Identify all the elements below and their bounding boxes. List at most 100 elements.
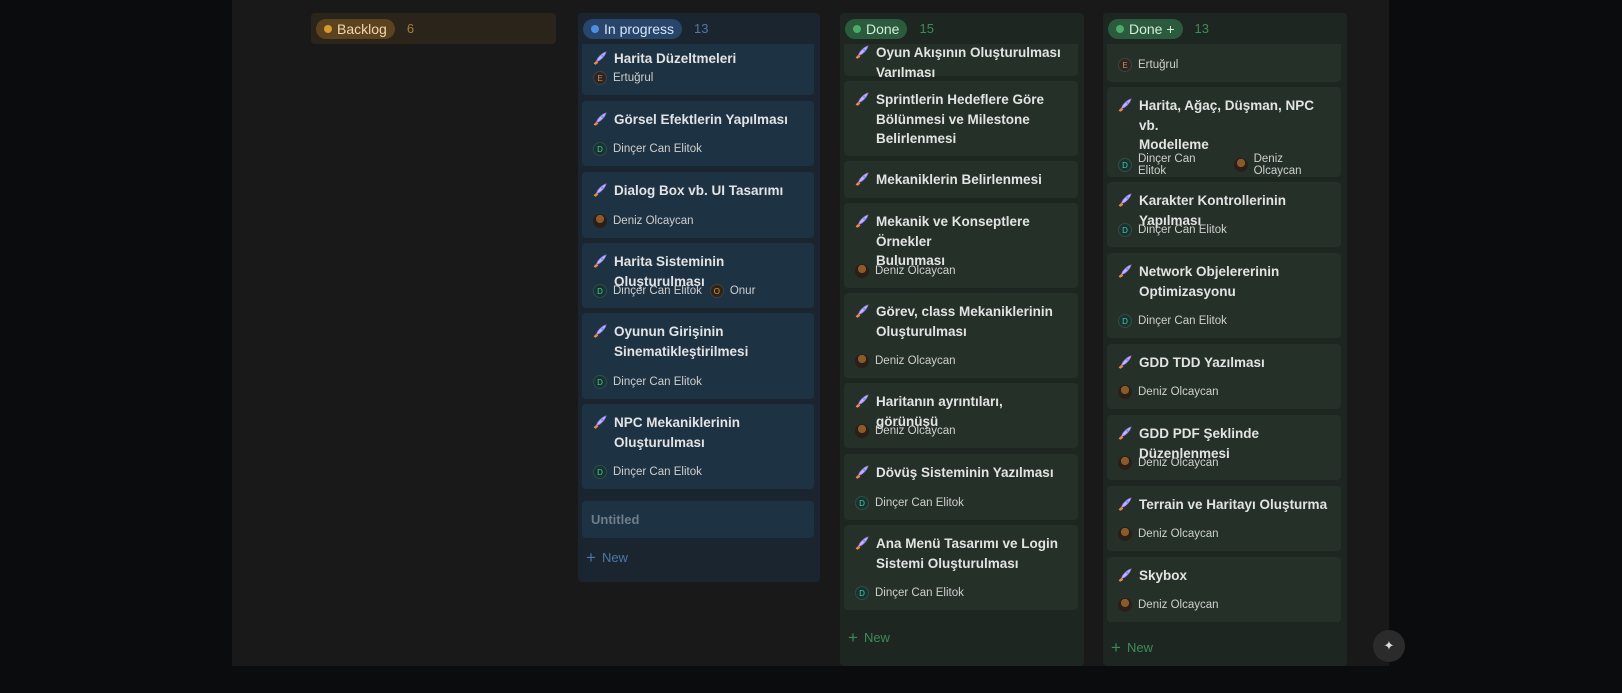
- assignee[interactable]: D Dinçer Can Elitok: [1118, 314, 1227, 328]
- column-header[interactable]: In progress 13: [578, 13, 820, 44]
- assignee[interactable]: E Ertuğrul: [1118, 58, 1178, 72]
- task-card[interactable]: Görev, class Mekaniklerinin Oluşturulması…: [844, 293, 1078, 378]
- assignee[interactable]: D Dinçer Can Elitok: [1118, 153, 1226, 177]
- card-title-row: Ana Menü Tasarımı ve Login Sistemi Oluştu…: [855, 534, 1068, 573]
- assignee[interactable]: Deniz Olcaycan: [1118, 385, 1219, 399]
- assignee[interactable]: D Dinçer Can Elitok: [593, 142, 702, 156]
- assignee[interactable]: D Dinçer Can Elitok: [593, 375, 702, 389]
- task-card[interactable]: Network Objelererinin Optimizasyonu D Dinçe…: [1107, 253, 1341, 338]
- card-title: Dialog Box vb. UI Tasarımı: [614, 181, 783, 201]
- task-card[interactable]: Harita, Ağaç, Düşman, NPC vb. Modelleme D D…: [1107, 87, 1341, 177]
- column-backlog: Backlog 6: [311, 13, 556, 44]
- assignee[interactable]: O Onur: [709, 284, 755, 298]
- card-title-line: Network Objelererinin: [1139, 264, 1280, 279]
- task-card[interactable]: Ana Menü Tasarımı ve Login Sistemi Oluştu…: [844, 525, 1078, 610]
- sparkle-icon: ✦: [1383, 638, 1395, 653]
- assignees: D Dinçer Can Elitok: [855, 586, 972, 600]
- column-title: Backlog: [337, 20, 387, 37]
- card-title: Skybox: [1139, 566, 1187, 586]
- avatar: D: [1118, 223, 1132, 237]
- card-title-line: Optimizasyonu: [1139, 283, 1236, 299]
- assignees: Deniz Olcaycan: [1118, 385, 1227, 399]
- rocket-icon: [593, 183, 607, 197]
- assignee-name: Deniz Olcaycan: [613, 215, 694, 227]
- card-title-line: GDD TDD Yazılması: [1139, 355, 1265, 370]
- status-badge[interactable]: Done +: [1108, 18, 1183, 39]
- task-card[interactable]: Karakter Kontrollerinin Yapılması D Dinçer…: [1107, 182, 1341, 247]
- assignee[interactable]: Deniz Olcaycan: [593, 214, 694, 228]
- card-title-line: Oyunun Girişinin: [614, 324, 724, 339]
- task-card[interactable]: NPC Mekaniklerinin Oluşturulması D Dinçer C…: [582, 404, 814, 489]
- task-card[interactable]: Mekaniklerin Belirlenmesi: [844, 161, 1078, 198]
- column-header[interactable]: Backlog 6: [311, 13, 556, 44]
- card-title-row: Harita, Ağaç, Düşman, NPC vb. Modelleme: [1118, 96, 1331, 155]
- assignee[interactable]: Deniz Olcaycan: [1118, 527, 1219, 541]
- task-card[interactable]: Oyunun Girişinin Sinematikleştirilmesi D Di…: [582, 313, 814, 399]
- card-title-row: Mekanik ve Konseptlere Örnekler Bulunması: [855, 212, 1068, 271]
- assignee[interactable]: D Dinçer Can Elitok: [855, 496, 964, 510]
- task-card[interactable]: Dialog Box vb. UI Tasarımı Deniz Olcaycan: [582, 172, 814, 238]
- column-header[interactable]: Done + 13: [1103, 13, 1347, 44]
- avatar: D: [593, 284, 607, 298]
- help-button[interactable]: ✦: [1373, 630, 1405, 662]
- assignee[interactable]: Deniz Olcaycan: [1118, 456, 1219, 470]
- assignee[interactable]: Deniz Olcaycan: [855, 264, 956, 278]
- assignee-name: Deniz Olcaycan: [1138, 457, 1219, 469]
- assignee[interactable]: D Dinçer Can Elitok: [1118, 223, 1227, 237]
- avatar: D: [855, 496, 869, 510]
- assignee[interactable]: Deniz Olcaycan: [855, 354, 956, 368]
- card-title: Dövüş Sisteminin Yazılması: [876, 463, 1054, 483]
- avatar: [855, 264, 869, 278]
- task-card[interactable]: Görsel Efektlerin Yapılması D Dinçer Can E…: [582, 101, 814, 166]
- assignee[interactable]: Deniz Olcaycan: [1118, 598, 1219, 612]
- status-badge[interactable]: Backlog: [316, 18, 395, 39]
- assignee[interactable]: Deniz Olcaycan: [855, 424, 956, 438]
- new-card-button[interactable]: + New: [586, 549, 628, 566]
- task-card[interactable]: E Ertuğrul: [1107, 40, 1341, 82]
- task-card[interactable]: GDD PDF Şeklinde Düzenlenmesi Deniz Olcay…: [1107, 415, 1341, 480]
- task-card[interactable]: Harita Sisteminin Oluşturulması D Dinçer C…: [582, 243, 814, 308]
- assignee[interactable]: Deniz Olcaycan: [1233, 153, 1333, 177]
- task-card[interactable]: Sprintlerin Hedeflere Göre Bölünmesi ve M…: [844, 81, 1078, 156]
- avatar: D: [593, 465, 607, 479]
- card-title-line: Sistemi Oluşturulması: [876, 555, 1019, 571]
- assignee[interactable]: D Dinçer Can Elitok: [855, 586, 964, 600]
- column-doneplus: E Ertuğrul Harita, Ağaç, Düşman, NPC vb. Mo…: [1103, 13, 1347, 666]
- status-badge[interactable]: In progress: [583, 18, 683, 39]
- column-count: 13: [1194, 21, 1210, 36]
- column-header[interactable]: Done 15: [840, 13, 1084, 44]
- assignee[interactable]: D Dinçer Can Elitok: [593, 465, 702, 479]
- avatar: D: [593, 375, 607, 389]
- assignee-name: Dinçer Can Elitok: [875, 497, 964, 509]
- card-title: Görsel Efektlerin Yapılması: [614, 110, 788, 130]
- assignees: D Dinçer Can Elitok: [593, 142, 710, 156]
- rocket-icon: [855, 394, 869, 408]
- assignees: Deniz Olcaycan: [1118, 456, 1227, 470]
- task-card[interactable]: Mekanik ve Konseptlere Örnekler Bulunması…: [844, 203, 1078, 288]
- rocket-icon: [855, 536, 869, 550]
- card-title: Network Objelererinin Optimizasyonu: [1139, 262, 1279, 301]
- card-title: Harita, Ağaç, Düşman, NPC vb. Modelleme: [1139, 96, 1331, 155]
- task-card[interactable]: Harita Düzeltmeleri E Ertuğrul: [582, 40, 814, 95]
- card-title-line: Oluşturulması: [614, 434, 705, 450]
- column-title: Done +: [1129, 20, 1175, 37]
- assignee[interactable]: E Ertuğrul: [593, 71, 653, 85]
- status-badge[interactable]: Done: [845, 18, 908, 39]
- card-title: Görev, class Mekaniklerinin Oluşturulması: [876, 302, 1053, 341]
- new-card-button[interactable]: + New: [848, 629, 890, 646]
- task-card[interactable]: Haritanın ayrıntıları, görünüşü Deniz Olc…: [844, 383, 1078, 448]
- new-card-button[interactable]: + New: [1111, 639, 1153, 656]
- card-title-line: Harita, Ağaç, Düşman, NPC vb.: [1139, 98, 1315, 133]
- task-card[interactable]: GDD TDD Yazılması Deniz Olcaycan: [1107, 344, 1341, 409]
- assignee-name: Dinçer Can Elitok: [613, 376, 702, 388]
- task-card[interactable]: Skybox Deniz Olcaycan: [1107, 557, 1341, 622]
- rocket-icon: [855, 172, 869, 186]
- task-card[interactable]: Terrain ve Haritayı Oluşturma Deniz Olcay…: [1107, 486, 1341, 551]
- card-title-row: Oyun Akışının Oluşturulması Varılması: [855, 43, 1068, 82]
- assignee[interactable]: D Dinçer Can Elitok: [593, 284, 702, 298]
- avatar: E: [1118, 58, 1132, 72]
- assignee-name: Dinçer Can Elitok: [613, 285, 702, 297]
- task-card[interactable]: Dövüş Sisteminin Yazılması D Dinçer Can El…: [844, 454, 1078, 520]
- card-title: Oyunun Girişinin Sinematikleştirilmesi: [614, 322, 748, 361]
- untitled-card[interactable]: Untitled: [582, 501, 814, 538]
